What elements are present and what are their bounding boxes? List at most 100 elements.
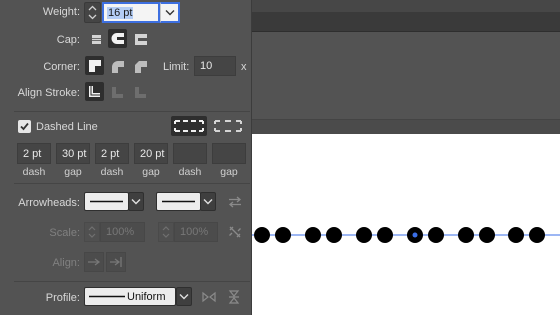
link-scale-button [226, 223, 244, 241]
projecting-cap-icon [135, 34, 147, 45]
end-arrowhead-dropdown[interactable] [200, 192, 216, 211]
dash-exact-icon [174, 120, 204, 132]
dash-dot [356, 227, 372, 243]
stepper-arrows-icon [88, 5, 97, 20]
chevron-down-icon [165, 10, 174, 16]
end-arrowhead-select[interactable] [156, 192, 201, 211]
dashed-line-checkbox[interactable] [18, 120, 31, 133]
limit-suffix: x [241, 61, 247, 73]
flip-across-button[interactable] [225, 288, 243, 306]
flip-horizontal-icon [202, 291, 216, 303]
scale-start-input: 100% [100, 222, 145, 242]
limit-label: Limit: [163, 61, 190, 73]
dash-dot [479, 227, 495, 243]
align-inside-icon [112, 87, 123, 98]
dash-dot [458, 227, 474, 243]
dash-sublabel: dash [22, 166, 46, 178]
dashed-stroke-preview[interactable] [252, 220, 560, 250]
limit-value: 10 [200, 60, 213, 72]
projecting-cap-button[interactable] [131, 30, 150, 49]
flip-along-button[interactable] [200, 288, 218, 306]
canvas-pasteboard [252, 120, 560, 134]
control-toolbar [252, 32, 560, 120]
weight-stepper[interactable] [84, 2, 101, 23]
arrow-beyond-icon [88, 258, 101, 266]
profile-value: Uniform [127, 290, 166, 303]
unlink-icon [229, 226, 241, 238]
align-arrow-label: Align: [52, 257, 80, 269]
round-join-icon [112, 61, 124, 73]
profile-select[interactable]: Uniform [84, 287, 176, 306]
align-dashes-to-corners-button[interactable] [212, 117, 244, 135]
dash-sublabel: dash [100, 166, 124, 178]
dash-dot [326, 227, 342, 243]
dash-dot [529, 227, 545, 243]
round-cap-button[interactable] [108, 29, 127, 48]
dash-align-icon [214, 120, 242, 132]
butt-cap-button[interactable] [85, 30, 104, 49]
weight-input[interactable]: 16 pt [102, 2, 160, 23]
stepper-arrows-icon [88, 226, 96, 238]
bevel-join-button[interactable] [131, 57, 150, 76]
miter-join-icon [89, 60, 101, 72]
scale-start-value: 100% [106, 226, 135, 238]
dash-dot [377, 227, 393, 243]
gap-input-3[interactable] [212, 143, 246, 164]
start-arrowhead-select[interactable] [84, 192, 129, 211]
miter-join-button[interactable] [85, 56, 104, 75]
weight-value: 16 pt [107, 6, 134, 19]
scale-end-input: 100% [174, 222, 218, 242]
title-bar [252, 0, 560, 12]
scale-label: Scale: [49, 227, 80, 239]
align-stroke-outside-button [131, 83, 150, 102]
align-outside-icon [135, 87, 146, 98]
dash-sublabel: dash [178, 166, 202, 178]
round-join-button[interactable] [108, 57, 127, 76]
gap-sublabel: gap [220, 166, 238, 178]
align-stroke-center-button[interactable] [85, 82, 104, 101]
corner-label: Corner: [43, 61, 80, 73]
document-tab-strip [252, 12, 560, 32]
arrow-tip-beyond-path-button [84, 252, 104, 272]
chevron-down-icon [131, 199, 141, 205]
gap-sublabel: gap [142, 166, 160, 178]
none-arrowhead-icon [90, 200, 123, 203]
chevron-down-icon [203, 199, 213, 205]
align-stroke-inside-button [108, 83, 127, 102]
stepper-arrows-icon [162, 226, 170, 238]
arrow-at-end-icon [110, 257, 122, 267]
scale-end-stepper [158, 222, 174, 242]
dash-input-1[interactable]: 2 pt [17, 143, 51, 164]
butt-cap-icon [89, 35, 101, 44]
none-arrowhead-icon [162, 200, 195, 203]
separator [14, 183, 250, 184]
start-arrowhead-dropdown[interactable] [128, 192, 144, 211]
dash-dot [305, 227, 321, 243]
dash-dot [428, 227, 444, 243]
dash-input-2[interactable]: 2 pt [95, 143, 129, 164]
gap-input-2[interactable]: 20 pt [134, 143, 168, 164]
path-center-point [412, 232, 418, 238]
gap-input-1[interactable]: 30 pt [56, 143, 90, 164]
arrow-tip-at-end-button [106, 252, 126, 272]
swap-icon [228, 196, 242, 208]
limit-input[interactable]: 10 [194, 56, 236, 76]
arrowheads-label: Arrowheads: [18, 197, 80, 209]
stroke-panel: Weight: 16 pt Cap: Corner: Limit: 10 x A… [0, 0, 252, 315]
dash-input-3[interactable] [173, 143, 207, 164]
swap-arrowheads-button[interactable] [226, 193, 244, 211]
dash-value: 2 pt [23, 147, 42, 160]
profile-label: Profile: [45, 292, 80, 304]
align-stroke-label: Align Stroke: [17, 87, 80, 99]
checkmark-icon [20, 122, 29, 131]
dash-dot [275, 227, 291, 243]
gap-value: 30 pt [62, 147, 87, 160]
profile-dropdown[interactable] [176, 287, 192, 306]
gap-value: 20 pt [140, 147, 165, 160]
separator [14, 281, 250, 282]
separator [14, 111, 250, 112]
artboard[interactable] [252, 134, 560, 315]
weight-dropdown-button[interactable] [160, 2, 180, 23]
align-center-icon [89, 86, 100, 97]
preserve-dash-lengths-button[interactable] [171, 116, 207, 136]
